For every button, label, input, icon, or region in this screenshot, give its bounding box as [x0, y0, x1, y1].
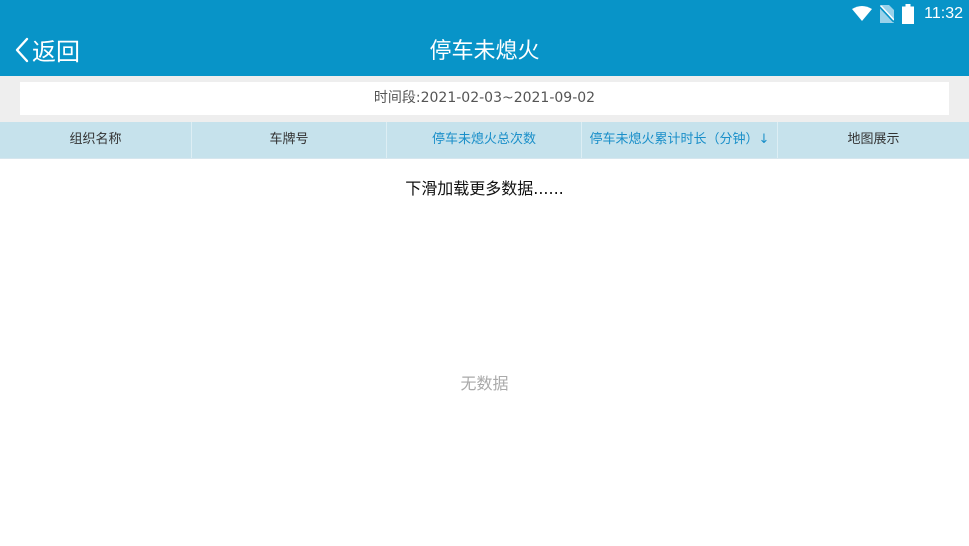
battery-icon	[902, 4, 915, 24]
no-sim-icon	[880, 5, 895, 23]
empty-state-text: 无数据	[460, 374, 509, 393]
wifi-icon	[852, 6, 873, 22]
load-more-hint: 下滑加载更多数据......	[405, 179, 564, 198]
app-header: 11:32 返回 停车未熄火	[0, 0, 969, 76]
filter-bar: 时间段:2021-02-03~2021-09-02	[0, 76, 969, 122]
status-bar: 11:32	[852, 0, 969, 28]
column-header-plate-number[interactable]: 车牌号	[192, 122, 387, 158]
chevron-left-icon	[14, 37, 30, 67]
column-header-map-view[interactable]: 地图展示	[778, 122, 969, 158]
table-header: 组织名称 车牌号 停车未熄火总次数 停车未熄火累计时长（分钟）↓ 地图展示	[0, 122, 969, 159]
page-title: 停车未熄火	[429, 39, 540, 64]
back-label: 返回	[32, 38, 80, 66]
column-header-total-duration[interactable]: 停车未熄火累计时长（分钟）↓	[582, 122, 778, 158]
date-range-filter[interactable]: 时间段:2021-02-03~2021-09-02	[20, 82, 949, 115]
clock: 11:32	[924, 5, 963, 22]
column-header-total-count[interactable]: 停车未熄火总次数	[387, 122, 582, 158]
back-button[interactable]: 返回	[14, 36, 80, 68]
column-header-org-name[interactable]: 组织名称	[0, 122, 192, 158]
